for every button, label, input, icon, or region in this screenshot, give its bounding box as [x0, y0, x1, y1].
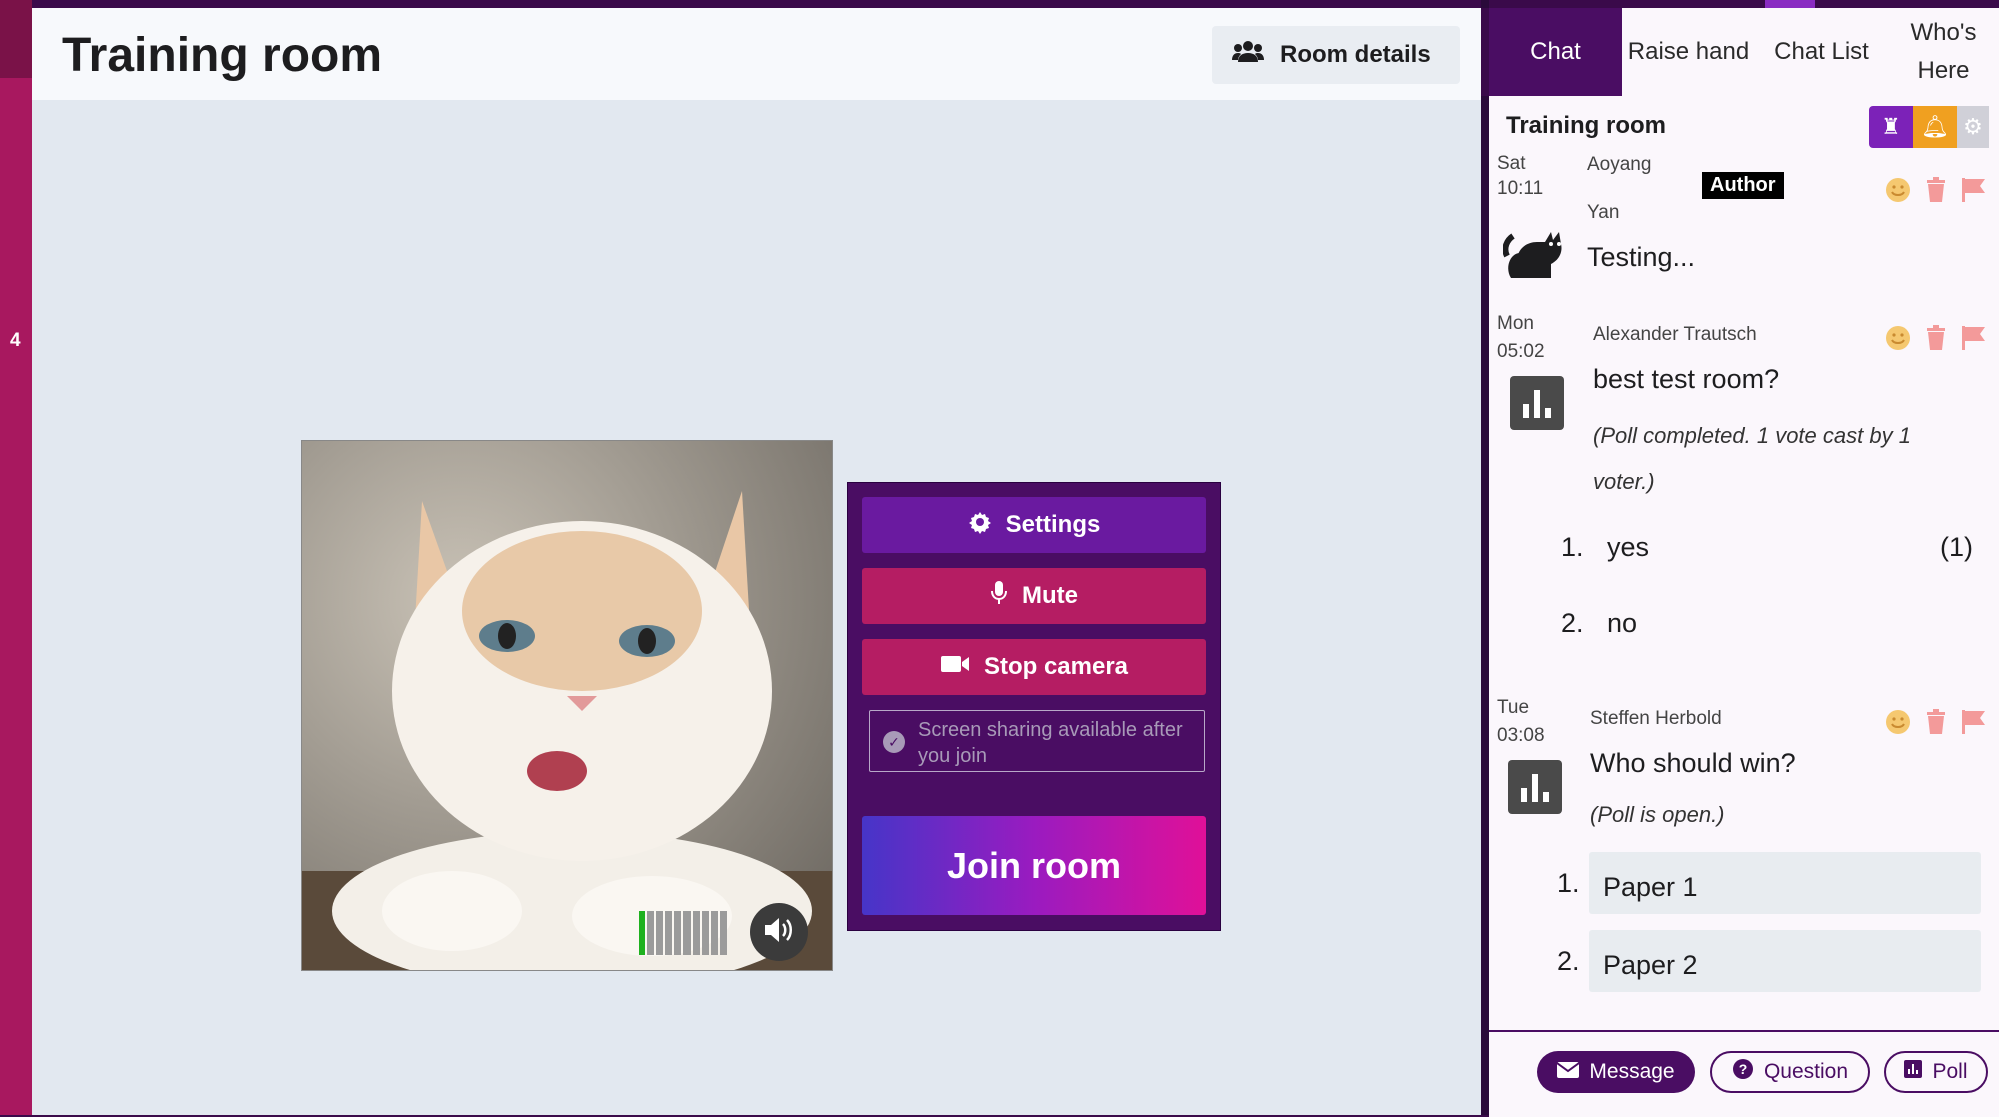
- message-actions: [1884, 324, 1988, 352]
- left-accent-bar: 4: [0, 0, 32, 1115]
- question-button[interactable]: ? Question: [1710, 1051, 1870, 1093]
- poll-option-label: no: [1607, 608, 1638, 638]
- poll-option-label: yes: [1607, 532, 1650, 562]
- left-bar-number: 4: [10, 330, 21, 351]
- audio-level-meter: [639, 911, 727, 955]
- message-day: Tue: [1497, 697, 1530, 718]
- poll-option-count: (1): [1940, 532, 1973, 562]
- screen-sharing-note: ✓ Screen sharing available after you joi…: [869, 710, 1205, 772]
- envelope-icon: [1556, 1060, 1580, 1084]
- emoji-reaction-icon[interactable]: [1884, 324, 1912, 352]
- message-author: Steffen Herbold: [1590, 708, 1722, 729]
- svg-text:?: ?: [1739, 1061, 1748, 1077]
- question-button-label: Question: [1763, 1060, 1849, 1083]
- chat-tabs: Chat Raise hand Chat List Who's Here: [1481, 8, 1999, 96]
- poll-status: (Poll is open.): [1590, 802, 1725, 827]
- flag-icon[interactable]: [1960, 324, 1988, 352]
- stop-camera-button[interactable]: Stop camera: [862, 639, 1206, 695]
- gear-icon: [968, 510, 992, 541]
- message-text: best test room?: [1593, 364, 1780, 394]
- poll-option-label: Paper 1: [1603, 872, 1698, 902]
- message-time: 03:08: [1497, 725, 1545, 746]
- trash-icon[interactable]: [1922, 176, 1950, 204]
- message-button[interactable]: Message: [1537, 1051, 1695, 1093]
- poll-option-number: 2.: [1561, 608, 1584, 638]
- stop-camera-label: Stop camera: [983, 653, 1129, 680]
- flag-icon[interactable]: [1960, 708, 1988, 736]
- emoji-reaction-icon[interactable]: [1884, 176, 1912, 204]
- message-author: Alexander Trautsch: [1593, 324, 1757, 345]
- bell-icon[interactable]: 🔔︎: [1913, 106, 1957, 148]
- settings-button[interactable]: Settings: [862, 497, 1206, 553]
- left-bar-top-block: [0, 0, 32, 78]
- video-camera-icon: [940, 653, 970, 681]
- panel-title: Training room: [1506, 112, 1667, 139]
- poll-button-label: Poll: [1932, 1060, 1968, 1083]
- poll-option-number: 1.: [1557, 868, 1580, 898]
- top-strip: [0, 0, 1999, 8]
- panel-divider: [1481, 0, 1489, 1115]
- speaker-icon: [762, 915, 796, 950]
- cat-video-image: [302, 441, 832, 970]
- emoji-reaction-icon[interactable]: [1884, 708, 1912, 736]
- message-author-first: Aoyang: [1587, 154, 1652, 175]
- mute-label: Mute: [1022, 582, 1078, 609]
- pin-icon[interactable]: ♜: [1869, 106, 1913, 148]
- message-button-label: Message: [1589, 1060, 1675, 1083]
- room-details-button[interactable]: Room details: [1212, 26, 1460, 84]
- poll-option-label: Paper 2: [1603, 950, 1698, 980]
- poll-option-number: 2.: [1557, 946, 1580, 976]
- flag-icon[interactable]: [1960, 176, 1988, 204]
- poll-chart-icon: [1904, 1060, 1923, 1084]
- question-circle-icon: ?: [1732, 1058, 1754, 1086]
- speaker-button[interactable]: [750, 903, 808, 961]
- main-area: Training room Room details Settings Mute…: [32, 8, 1481, 1115]
- message-time: 05:02: [1497, 341, 1545, 362]
- tab-raise-hand[interactable]: Raise hand: [1622, 8, 1755, 96]
- poll-option-number: 1.: [1561, 532, 1584, 562]
- tab-chat[interactable]: Chat: [1489, 8, 1622, 96]
- message-author-last: Yan: [1587, 202, 1620, 223]
- poll-status: (Poll completed. 1 vote cast by 1 voter.…: [1593, 423, 1911, 494]
- camera-preview: [301, 440, 833, 971]
- cat-avatar-icon: [1502, 218, 1567, 285]
- right-panel: Training room ♜ 🔔︎ ⚙ Sat 10:11 Aoyang Ya…: [1489, 8, 1999, 1117]
- microphone-icon: [990, 580, 1008, 613]
- message-day: Sat: [1497, 153, 1526, 174]
- poll-icon: [1508, 760, 1562, 814]
- poll-button[interactable]: Poll: [1884, 1051, 1988, 1093]
- check-circle-icon: ✓: [883, 731, 905, 753]
- poll-icon: [1510, 376, 1564, 430]
- room-header: Training room Room details: [32, 8, 1481, 100]
- chat-compose-bar: Message ? Question Poll: [1489, 1030, 1999, 1117]
- users-icon: [1232, 40, 1264, 71]
- message-actions: [1884, 708, 1988, 736]
- message-text: Who should win?: [1590, 748, 1796, 778]
- device-controls-panel: Settings Mute Stop camera ✓ Screen shari…: [847, 482, 1221, 931]
- room-details-label: Room details: [1280, 41, 1431, 68]
- mute-button[interactable]: Mute: [862, 568, 1206, 624]
- join-room-button[interactable]: Join room: [862, 816, 1206, 915]
- gear-icon[interactable]: ⚙: [1957, 106, 1989, 148]
- trash-icon[interactable]: [1922, 708, 1950, 736]
- message-text: Testing...: [1587, 242, 1696, 272]
- message-day: Mon: [1497, 313, 1534, 334]
- message-time: 10:11: [1497, 178, 1544, 199]
- tab-indicator: [1765, 0, 1815, 8]
- tab-whos-here[interactable]: Who's Here: [1888, 8, 1999, 96]
- author-badge: Author: [1702, 172, 1784, 199]
- page-title: Training room: [62, 29, 383, 82]
- trash-icon[interactable]: [1922, 324, 1950, 352]
- settings-label: Settings: [1005, 511, 1101, 538]
- message-actions: [1884, 176, 1988, 204]
- tab-chat-list[interactable]: Chat List: [1755, 8, 1888, 96]
- screen-sharing-text: Screen sharing available after you join: [918, 719, 1183, 767]
- panel-icon-toolbar: ♜ 🔔︎ ⚙: [1869, 106, 1989, 148]
